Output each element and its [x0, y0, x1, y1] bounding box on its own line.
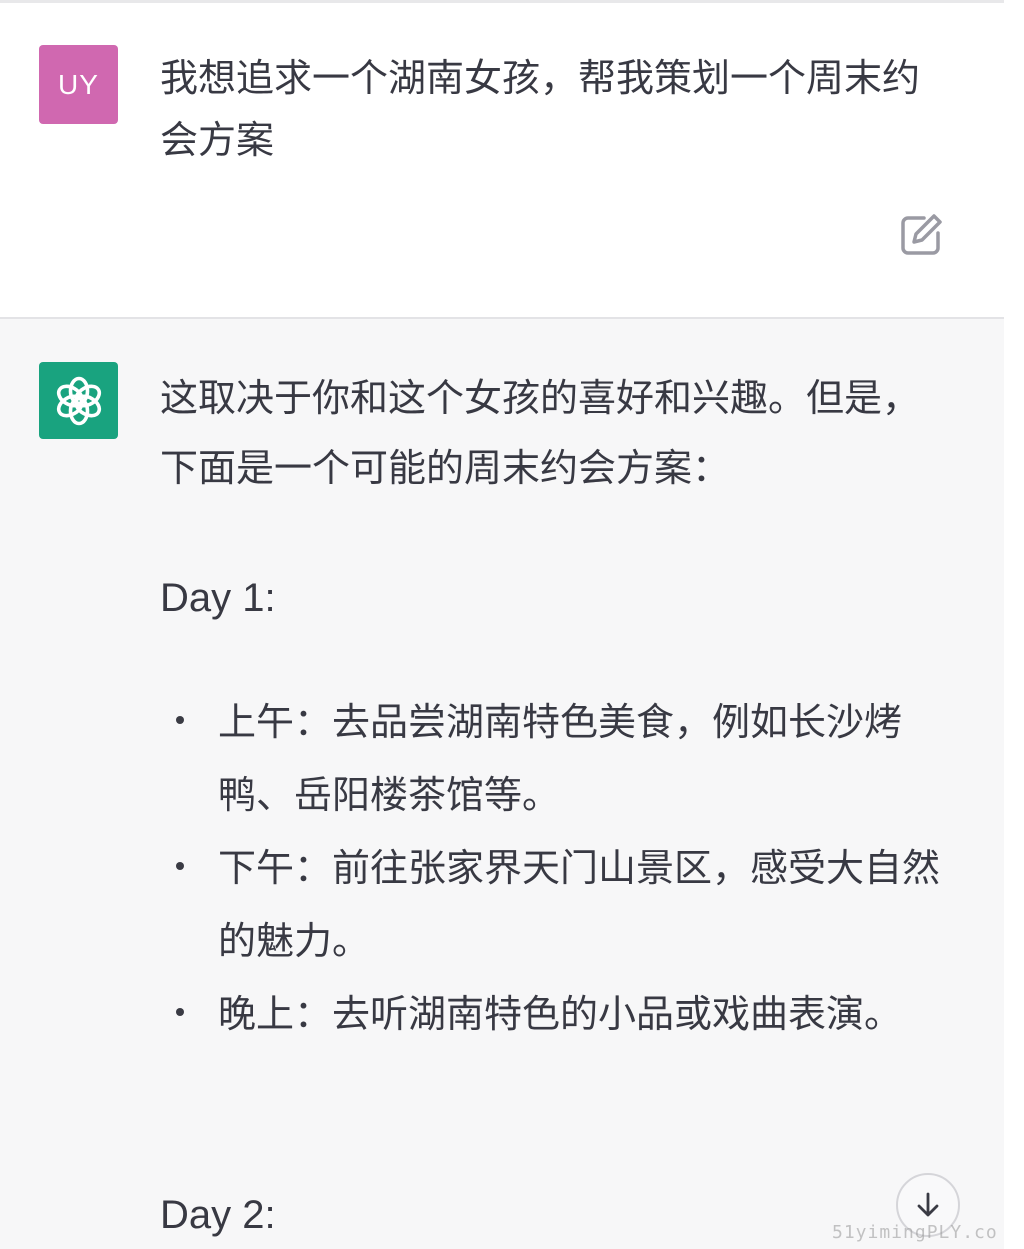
bullet-icon: [176, 862, 184, 870]
bullet-icon: [176, 1008, 184, 1016]
openai-logo-icon: [39, 362, 118, 439]
day1-list: 上午：去品尝湖南特色美食，例如长沙烤鸭、岳阳楼茶馆等。 下午：前往张家界天门山景…: [160, 686, 940, 1051]
assistant-message: 这取决于你和这个女孩的喜好和兴趣。但是，下面是一个可能的周末约会方案： Day …: [0, 319, 1004, 1249]
day1-heading: Day 1:: [160, 576, 276, 620]
list-item-text: 晚上：去听湖南特色的小品或戏曲表演。: [218, 992, 903, 1036]
list-item-text: 上午：去品尝湖南特色美食，例如长沙烤鸭、岳阳楼茶馆等。: [218, 700, 903, 817]
day2-heading: Day 2:: [160, 1193, 276, 1237]
list-item-text: 下午：前往张家界天门山景区，感受大自然的魅力。: [218, 846, 941, 963]
edit-icon[interactable]: [898, 212, 944, 258]
watermark: 51yimingPLY.co: [832, 1222, 998, 1243]
right-margin: [1004, 0, 1024, 1249]
user-avatar-initials: UY: [58, 68, 99, 100]
user-message-text: 我想追求一个湖南女孩，帮我策划一个周末约会方案: [160, 56, 921, 162]
bullet-icon: [176, 716, 184, 724]
chat-page: UY 我想追求一个湖南女孩，帮我策划一个周末约会方案 这取决于你和这个女孩的喜好…: [0, 0, 1024, 1249]
user-avatar: UY: [39, 45, 118, 124]
user-message: UY 我想追求一个湖南女孩，帮我策划一个周末约会方案: [0, 3, 1004, 317]
assistant-intro-text: 这取决于你和这个女孩的喜好和兴趣。但是，下面是一个可能的周末约会方案：: [160, 376, 921, 490]
list-item: 上午：去品尝湖南特色美食，例如长沙烤鸭、岳阳楼茶馆等。: [160, 686, 940, 832]
list-item: 晚上：去听湖南特色的小品或戏曲表演。: [160, 978, 940, 1051]
arrow-down-icon: [917, 1192, 939, 1217]
list-item: 下午：前往张家界天门山景区，感受大自然的魅力。: [160, 832, 940, 978]
